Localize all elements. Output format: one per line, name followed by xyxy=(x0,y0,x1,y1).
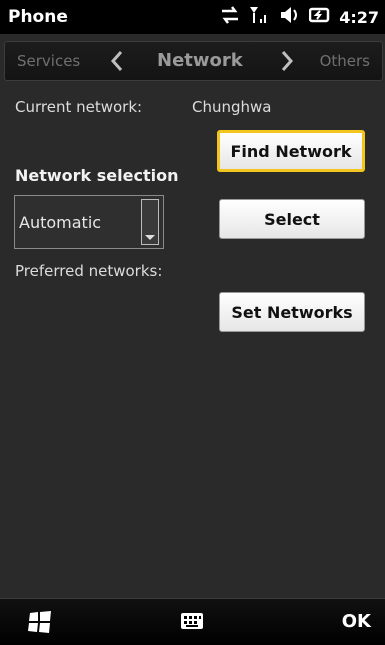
find-network-button[interactable]: Find Network xyxy=(217,130,365,172)
chevron-left-icon[interactable] xyxy=(107,48,129,74)
status-bar: Phone 4:27 xyxy=(0,0,385,34)
dropdown-button[interactable] xyxy=(141,199,159,245)
tab-services[interactable]: Services xyxy=(17,52,80,70)
signal-icon xyxy=(249,5,271,29)
current-network-label: Current network: xyxy=(15,98,143,116)
network-selection-dropdown[interactable]: Automatic xyxy=(14,195,164,249)
network-selection-value: Automatic xyxy=(19,213,102,232)
app-title: Phone xyxy=(8,7,68,27)
set-networks-button[interactable]: Set Networks xyxy=(219,292,365,332)
preferred-networks-label: Preferred networks: xyxy=(15,262,163,280)
status-icons: 4:27 xyxy=(219,6,379,28)
network-selection-label: Network selection xyxy=(15,166,179,185)
select-button[interactable]: Select xyxy=(219,199,365,239)
sync-icon xyxy=(219,5,241,29)
clock: 4:27 xyxy=(339,7,379,27)
keyboard-icon[interactable] xyxy=(180,610,204,632)
chevron-down-icon xyxy=(145,235,155,240)
battery-icon xyxy=(308,5,331,29)
windows-start-icon[interactable] xyxy=(26,609,54,635)
tab-strip: Services Network Others xyxy=(4,41,383,81)
volume-icon xyxy=(279,5,301,29)
tab-others[interactable]: Others xyxy=(320,52,370,70)
ok-softkey[interactable]: OK xyxy=(342,611,371,632)
tab-network: Network xyxy=(157,50,243,71)
softkey-bar: OK xyxy=(0,598,385,645)
current-network-value: Chunghwa xyxy=(192,98,272,116)
chevron-right-icon[interactable] xyxy=(275,48,297,74)
